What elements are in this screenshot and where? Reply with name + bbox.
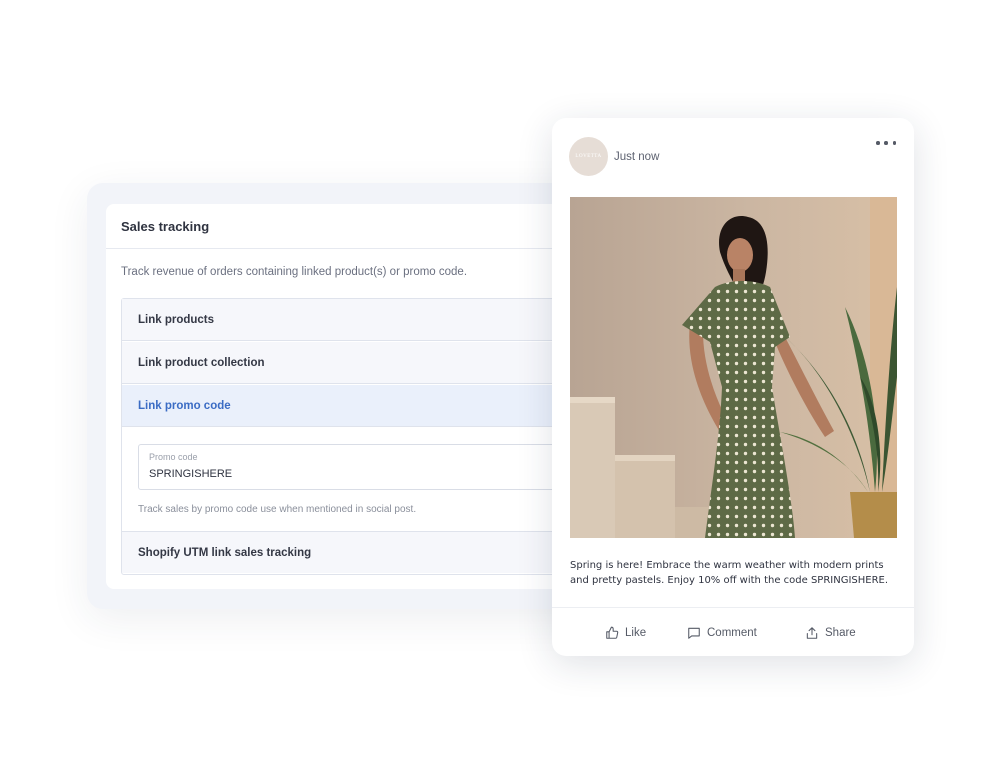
promo-code-help-text: Track sales by promo code use when menti…: [138, 504, 417, 515]
promo-code-label: Promo code: [149, 452, 198, 462]
tracking-accordion: Link products Link product collection Li…: [121, 298, 626, 575]
post-divider: [552, 607, 914, 608]
promo-code-input[interactable]: [149, 468, 449, 480]
post-image: [570, 197, 897, 538]
panel-description: Track revenue of orders containing linke…: [121, 266, 468, 278]
accordion-shopify-utm[interactable]: Shopify UTM link sales tracking: [122, 531, 626, 573]
post-caption: Spring is here! Embrace the warm weather…: [570, 560, 889, 586]
promo-code-section: Promo code Track sales by promo code use…: [122, 428, 626, 531]
comment-icon: [688, 627, 700, 639]
share-icon: [806, 627, 818, 639]
panel-title: Sales tracking: [106, 204, 626, 249]
sales-tracking-panel: Sales tracking Track revenue of orders c…: [106, 204, 626, 589]
accordion-link-product-collection[interactable]: Link product collection: [122, 342, 626, 384]
social-post-card: LOVETTA Just now Spring is here! Embrace…: [552, 118, 914, 656]
like-button[interactable]: Like: [605, 624, 646, 642]
like-label: Like: [625, 627, 647, 639]
avatar[interactable]: LOVETTA: [569, 137, 608, 176]
comment-button[interactable]: Comment: [687, 624, 757, 642]
share-label: Share: [825, 627, 856, 639]
more-horizontal-icon[interactable]: [876, 136, 896, 150]
post-timestamp: Just now: [614, 151, 660, 163]
share-button[interactable]: Share: [805, 624, 856, 642]
thumbs-up-icon: [606, 626, 619, 639]
comment-label: Comment: [707, 627, 757, 639]
accordion-link-products[interactable]: Link products: [122, 299, 626, 341]
accordion-link-promo-code[interactable]: Link promo code: [122, 385, 626, 427]
